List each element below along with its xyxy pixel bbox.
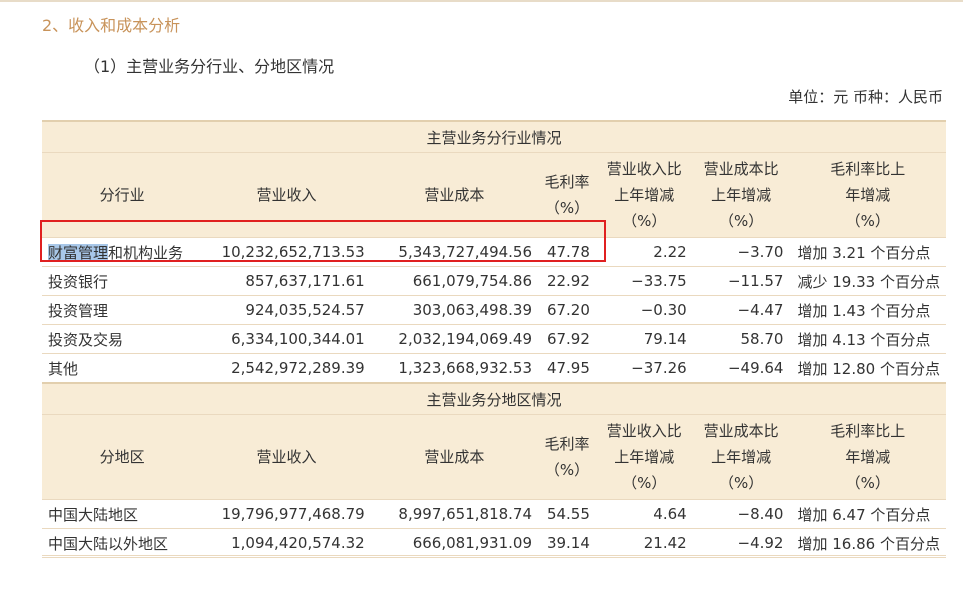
cell-revenue-change: 2.22 (595, 237, 693, 267)
cell-margin: 67.20 (538, 295, 596, 325)
cell-cost-change: −4.92 (692, 528, 790, 558)
cell-cost: 303,063,498.39 (370, 295, 539, 325)
cell-cost-change: −11.57 (692, 266, 790, 296)
cell-cost-change: −49.64 (692, 353, 790, 384)
unit-label: 单位：元 币种：人民币 (788, 88, 943, 106)
col-header-revenue-change-text: 营业收入比 上年增减 （%） (606, 422, 682, 492)
col-header-cost-change: 营业成本比 上年增减 （%） (692, 152, 790, 238)
bottom-divider (42, 555, 946, 556)
col-header-cost-change: 营业成本比 上年增减 （%） (692, 414, 790, 500)
cell-cost-change: −4.47 (692, 295, 790, 325)
region-group-title: 主营业务分地区情况 (42, 382, 946, 415)
col-header-cost-change-text: 营业成本比 上年增减 （%） (703, 160, 779, 230)
cell-cost: 661,079,754.86 (370, 266, 539, 296)
top-divider (0, 0, 963, 2)
cell-cost-change: 58.70 (692, 324, 790, 354)
cell-name: 中国大陆地区 (42, 499, 203, 529)
cell-name: 投资及交易 (42, 324, 203, 354)
col-header-margin: 毛利率 （%） (538, 414, 596, 500)
cell-margin-change: 增加 4.13 个百分点 (789, 324, 946, 354)
cell-margin-change: 增加 6.47 个百分点 (789, 499, 946, 529)
industry-group-header: 主营业务分行业情况 (42, 120, 946, 153)
cell-revenue: 857,637,171.61 (202, 266, 371, 296)
cell-margin-change: 增加 12.80 个百分点 (789, 353, 946, 384)
cell-revenue-change: 4.64 (595, 499, 693, 529)
col-header-revenue-change: 营业收入比 上年增减 （%） (595, 152, 693, 238)
cell-revenue-change: −37.26 (595, 353, 693, 384)
cell-margin: 54.55 (538, 499, 596, 529)
cell-margin-change: 增加 1.43 个百分点 (789, 295, 946, 325)
cell-revenue: 924,035,524.57 (202, 295, 371, 325)
cell-revenue-change: −33.75 (595, 266, 693, 296)
col-header-margin-text: 毛利率 （%） (544, 435, 590, 479)
cell-cost-change: −3.70 (692, 237, 790, 267)
cell-cost: 1,323,668,932.53 (370, 353, 539, 384)
table-row: 投资银行 857,637,171.61 661,079,754.86 22.92 −33… (42, 266, 946, 296)
col-header-revenue-change: 营业收入比 上年增减 （%） (595, 414, 693, 500)
cell-revenue-change: 79.14 (595, 324, 693, 354)
cell-name: 中国大陆以外地区 (42, 528, 203, 558)
cell-cost: 666,081,931.09 (370, 528, 539, 558)
col-header-cost: 营业成本 (370, 414, 539, 500)
col-header-margin-text: 毛利率 （%） (544, 173, 590, 217)
cell-margin: 39.14 (538, 528, 596, 558)
cell-name: 投资管理 (42, 295, 203, 325)
cell-name: 投资银行 (42, 266, 203, 296)
col-header-cost-change-text: 营业成本比 上年增减 （%） (703, 422, 779, 492)
col-header-margin-change: 毛利率比上 年增减 （%） (789, 414, 946, 500)
region-group-header: 主营业务分地区情况 (42, 382, 946, 415)
cell-margin: 22.92 (538, 266, 596, 296)
col-header-revenue: 营业收入 (202, 414, 371, 500)
cell-cost: 2,032,194,069.49 (370, 324, 539, 354)
col-header-margin-change: 毛利率比上 年增减 （%） (789, 152, 946, 238)
cell-name: 其他 (42, 353, 203, 384)
cell-cost: 8,997,651,818.74 (370, 499, 539, 529)
cell-margin-change: 增加 16.86 个百分点 (789, 528, 946, 558)
col-header-region: 分地区 (42, 414, 203, 500)
cell-revenue-change: 21.42 (595, 528, 693, 558)
table-row: 中国大陆以外地区 1,094,420,574.32 666,081,931.09 39… (42, 528, 946, 558)
cell-revenue: 19,796,977,468.79 (202, 499, 371, 529)
industry-group-title: 主营业务分行业情况 (42, 120, 946, 153)
cell-margin: 67.92 (538, 324, 596, 354)
col-header-revenue-change-text: 营业收入比 上年增减 （%） (606, 160, 682, 230)
cell-revenue-change: −0.30 (595, 295, 693, 325)
region-column-headers: 分地区 营业收入 营业成本 毛利率 （%） 营业收入比 上年增减 （%） 营业成本比上… (42, 414, 946, 500)
cell-revenue: 6,334,100,344.01 (202, 324, 371, 354)
cell-cost-change: −8.40 (692, 499, 790, 529)
table-row: 中国大陆地区 19,796,977,468.79 8,997,651,818.74 5… (42, 499, 946, 529)
table-row: 其他 2,542,972,289.39 1,323,668,932.53 47.95−… (42, 353, 946, 384)
cell-margin-change: 增加 3.21 个百分点 (789, 237, 946, 267)
col-header-margin-change-text: 毛利率比上 年增减 （%） (830, 160, 906, 230)
revenue-cost-table: 主营业务分行业情况 分行业 营业收入 营业成本 毛利率 （%） 营业收入比 上年增减… (42, 120, 946, 558)
table-row: 投资及交易 6,334,100,344.01 2,032,194,069.49 67.… (42, 324, 946, 354)
col-header-margin-change-text: 毛利率比上 年增减 （%） (830, 422, 906, 492)
cell-margin: 47.95 (538, 353, 596, 384)
sub-title: （1）主营业务分行业、分地区情况 (84, 57, 335, 76)
cell-revenue: 1,094,420,574.32 (202, 528, 371, 558)
cell-revenue: 2,542,972,289.39 (202, 353, 371, 384)
section-title: 2、收入和成本分析 (42, 16, 181, 35)
table-row: 投资管理 924,035,524.57 303,063,498.39 67.20 −0.… (42, 295, 946, 325)
highlight-annotation-box (40, 220, 606, 262)
cell-margin-change: 减少 19.33 个百分点 (789, 266, 946, 296)
